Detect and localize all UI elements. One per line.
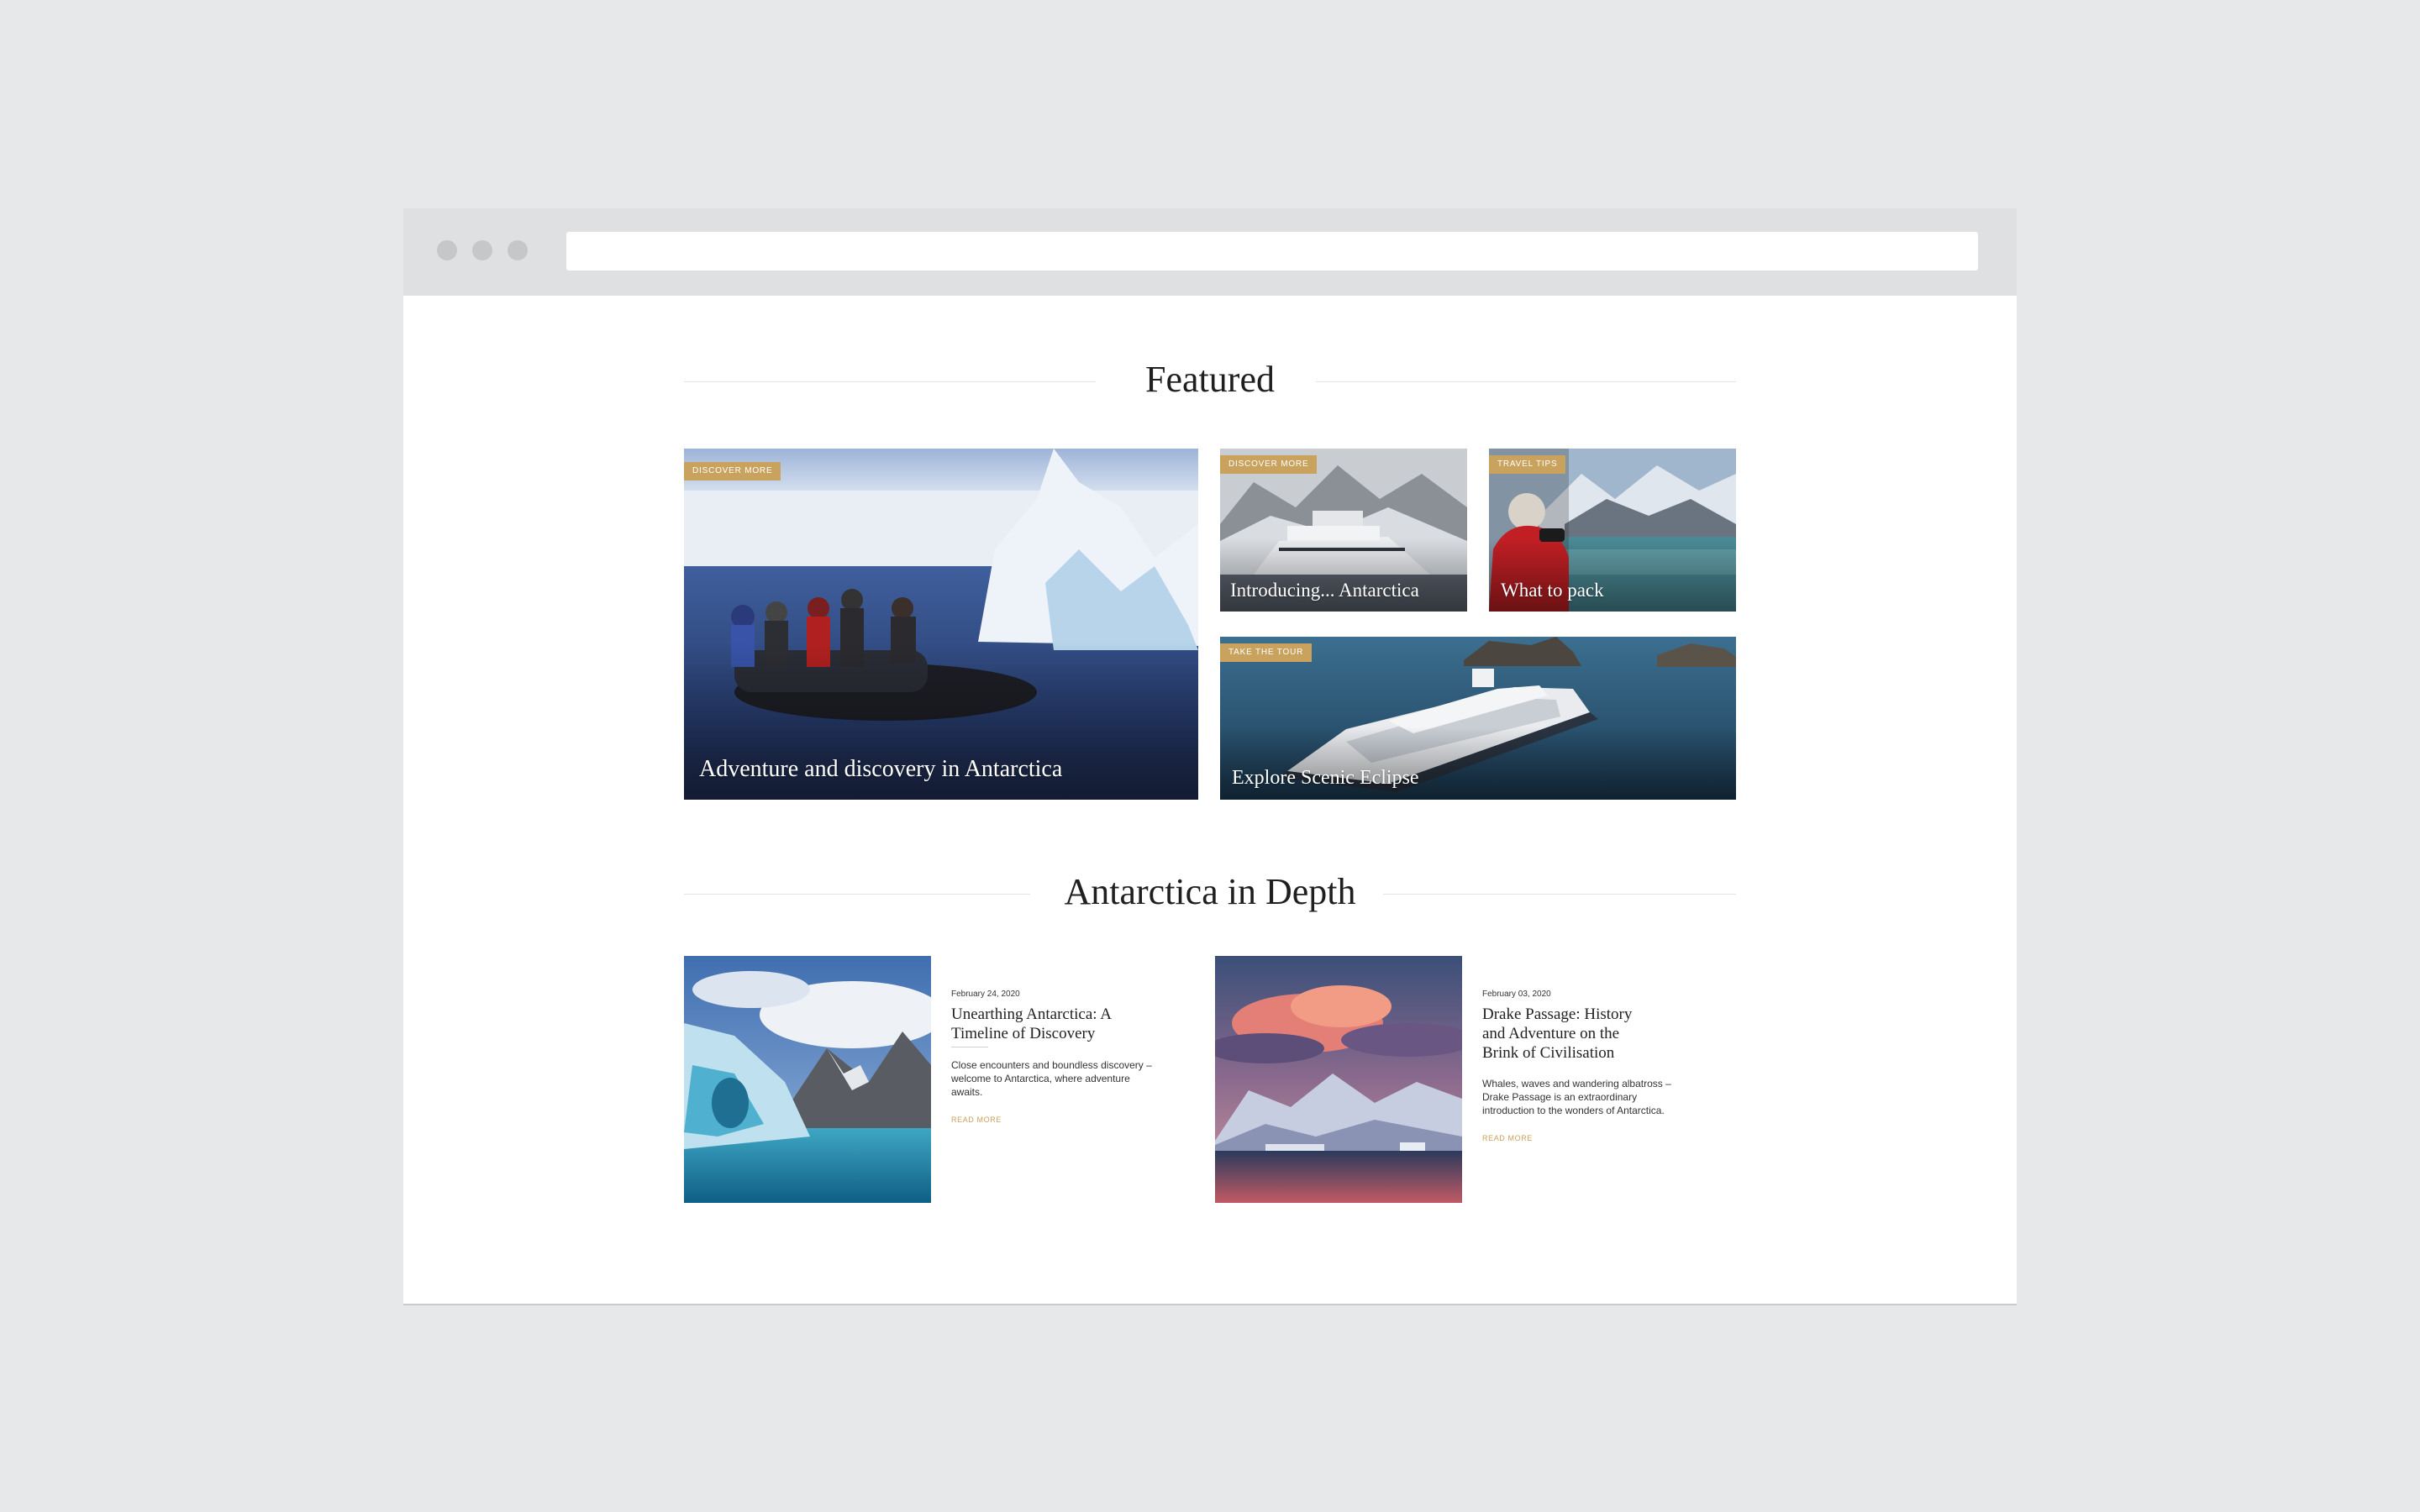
glacier-photo bbox=[684, 956, 931, 1203]
heading-divider-right bbox=[1383, 894, 1736, 895]
featured-tile-what-to-pack[interactable]: Travel tips What to pack bbox=[1489, 449, 1736, 612]
address-bar[interactable] bbox=[566, 232, 1978, 270]
article-date: February 24, 2020 bbox=[951, 990, 1020, 999]
drake-passage-photo bbox=[1215, 956, 1462, 1203]
featured-heading-row: Featured bbox=[684, 354, 1736, 405]
article-excerpt: Close encounters and boundless discovery… bbox=[951, 1059, 1152, 1098]
read-more-link[interactable]: Read more bbox=[1482, 1134, 1533, 1142]
featured-heading: Featured bbox=[1145, 359, 1275, 400]
tile-title: Introducing... Antarctica bbox=[1230, 580, 1419, 601]
window-close-dot[interactable] bbox=[437, 240, 457, 260]
tile-title: What to pack bbox=[1501, 580, 1604, 601]
article-title-link[interactable]: Unearthing Antarctica: A Timeline of Dis… bbox=[951, 1005, 1119, 1043]
tile-tag: Discover more bbox=[1220, 455, 1318, 474]
article-date: February 03, 2020 bbox=[1482, 990, 1551, 999]
browser-toolbar bbox=[403, 208, 2017, 296]
window-minimize-dot[interactable] bbox=[472, 240, 492, 260]
tile-tag: Discover more bbox=[684, 462, 781, 480]
tile-title: Explore Scenic Eclipse bbox=[1232, 767, 1419, 789]
read-more-link[interactable]: Read more bbox=[951, 1116, 1002, 1124]
article-title-link[interactable]: Drake Passage: History and Adventure on … bbox=[1482, 1005, 1650, 1063]
page-viewport: Featured DISCOVER MORE Adventure and dis… bbox=[403, 296, 2017, 1305]
featured-tile-introducing[interactable]: Discover more Introducing... Antarctica bbox=[1220, 449, 1467, 612]
browser-window: Featured DISCOVER MORE Adventure and dis… bbox=[403, 208, 2017, 1305]
article-image-link[interactable] bbox=[684, 956, 931, 1203]
in-depth-heading-row: Antarctica in Depth bbox=[684, 867, 1736, 917]
tile-tag: Travel tips bbox=[1489, 455, 1566, 474]
article-image-link[interactable] bbox=[1215, 956, 1462, 1203]
featured-tile-scenic-eclipse[interactable]: Take the tour Explore Scenic Eclipse bbox=[1220, 637, 1736, 800]
heading-divider-right bbox=[1316, 381, 1736, 382]
tile-title: Adventure and discovery in Antarctica bbox=[699, 756, 1063, 782]
article-excerpt: Whales, waves and wandering albatross – … bbox=[1482, 1078, 1671, 1116]
featured-tile-adventure[interactable]: Discover more Adventure and discovery in… bbox=[684, 449, 1198, 800]
in-depth-heading: Antarctica in Depth bbox=[1064, 871, 1356, 912]
window-maximize-dot[interactable] bbox=[508, 240, 528, 260]
tile-tag: Take the tour bbox=[1220, 643, 1313, 662]
